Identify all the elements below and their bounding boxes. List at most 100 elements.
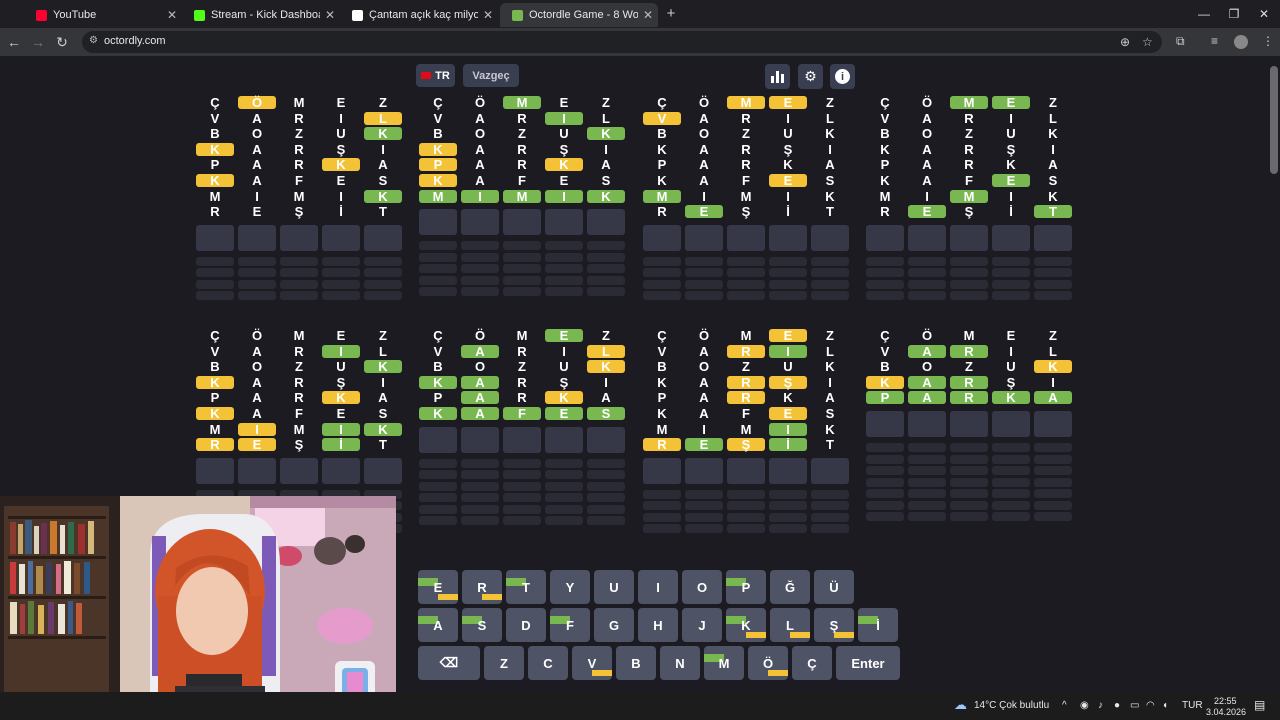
board-row: KARŞI [419,142,625,157]
network-icon[interactable]: ◉ [1080,700,1089,711]
menu-icon[interactable]: ⋮ [1262,34,1274,48]
letter-tile: A [461,406,499,421]
tab-kick[interactable]: Stream - Kick Dashboard ✕ [182,3,340,27]
letter-tile: R [657,204,667,220]
key[interactable]: A [418,608,458,642]
key[interactable]: J [682,608,722,642]
media-icon[interactable]: ≡ [1211,34,1218,48]
key[interactable]: Ü [814,570,854,604]
stats-icon[interactable] [765,64,790,89]
empty-tile [685,291,723,301]
restore-button[interactable]: ❐ [1224,5,1244,23]
key[interactable]: Ö [748,646,788,680]
new-tab-button[interactable]: + [662,5,680,23]
board-row: KAFES [196,406,402,421]
key[interactable]: Ş [814,608,854,642]
address-bar[interactable]: ⚙ octordly.com ⊕ ☆ [82,31,1162,53]
key[interactable]: H [638,608,678,642]
empty-tile [769,279,807,289]
language-indicator[interactable]: TUR [1182,700,1203,711]
close-icon[interactable]: ✕ [320,8,340,22]
letter-tile: O [474,126,486,142]
letter-tile: A [475,110,485,126]
info-icon[interactable]: i [830,64,855,89]
close-icon[interactable]: ✕ [478,8,498,22]
active-row-tile [992,224,1030,251]
tray-chevron-icon[interactable]: ^ [1062,700,1067,711]
mic-icon[interactable]: ● [1114,700,1120,711]
empty-tile [1034,443,1072,452]
key[interactable]: U [594,570,634,604]
weather-text[interactable]: 14°C Çok bulutlu [974,700,1049,711]
key[interactable]: I [638,570,678,604]
language-button[interactable]: TR [416,64,455,87]
empty-tile [545,481,583,491]
close-icon[interactable]: ✕ [638,8,658,22]
key[interactable]: C [528,646,568,680]
reload-button[interactable]: ↻ [53,33,71,51]
window-close-button[interactable]: ✕ [1254,5,1274,23]
empty-tile [727,501,765,511]
key[interactable]: V [572,646,612,680]
key[interactable]: P [726,570,766,604]
bookmark-star-icon[interactable]: ☆ [1142,35,1153,49]
clock-time[interactable]: 22:55 [1214,696,1237,706]
key[interactable]: T [506,570,546,604]
key[interactable]: R [462,570,502,604]
board-row [643,501,849,511]
battery-icon[interactable]: ▭ [1130,700,1139,711]
key[interactable]: S [462,608,502,642]
board-row: PARKA [866,390,1072,405]
key-label: Y [565,579,575,595]
forward-button[interactable]: → [29,33,47,51]
letter-tile: B [880,126,890,142]
letter-tile: U [559,359,569,375]
tab-youtube[interactable]: YouTube ✕ [24,3,182,27]
zoom-icon[interactable]: ⊕ [1120,35,1130,49]
key[interactable]: L [770,608,810,642]
key[interactable]: İ [858,608,898,642]
extensions-icon[interactable]: ⧉ [1176,34,1185,49]
close-icon[interactable]: ✕ [162,8,182,22]
scrollbar[interactable] [1270,66,1278,174]
empty-tile [461,287,499,297]
empty-tile [545,470,583,480]
speaker-icon[interactable]: ◖ [1162,700,1168,711]
enter-key[interactable]: Enter [836,646,900,680]
key[interactable]: K [726,608,766,642]
key[interactable]: Ç [792,646,832,680]
empty-tile [950,512,988,521]
board-row [419,241,625,251]
minimize-button[interactable]: — [1194,5,1214,23]
letter-tile: K [657,173,667,188]
key[interactable]: D [506,608,546,642]
key[interactable]: Z [484,646,524,680]
back-button[interactable]: ← [5,33,23,51]
settings-gear-icon[interactable]: ⚙ [798,64,823,89]
wifi-icon[interactable]: ◠ [1146,700,1155,711]
notification-icon[interactable]: ▤ [1254,698,1265,712]
key[interactable]: Y [550,570,590,604]
key[interactable]: Ğ [770,570,810,604]
key[interactable]: F [550,608,590,642]
tab-tiktok[interactable]: Çantam açık kaç milyon eurom ✕ [340,3,498,27]
tab-octordle[interactable]: Octordle Game - 8 Words Wor... ✕ [500,3,658,27]
site-info-icon[interactable]: ⚙ [89,35,98,46]
empty-tile [866,256,904,266]
key[interactable]: B [616,646,656,680]
backspace-key[interactable]: ⌫ [418,646,480,680]
key[interactable]: M [704,646,744,680]
volume-icon[interactable]: ♪ [1098,700,1103,711]
key[interactable]: N [660,646,700,680]
letter-tile: A [825,157,835,173]
letter-tile: R [643,437,681,452]
letter-tile: Ö [921,95,933,110]
active-row-tile [811,224,849,251]
key[interactable]: E [418,570,458,604]
clock-date[interactable]: 3.04.2026 [1206,707,1246,717]
key[interactable]: G [594,608,634,642]
empty-tile [1034,466,1072,475]
give-up-button[interactable]: Vazgeç [463,64,519,87]
key[interactable]: O [682,570,722,604]
profile-avatar[interactable] [1234,35,1248,49]
